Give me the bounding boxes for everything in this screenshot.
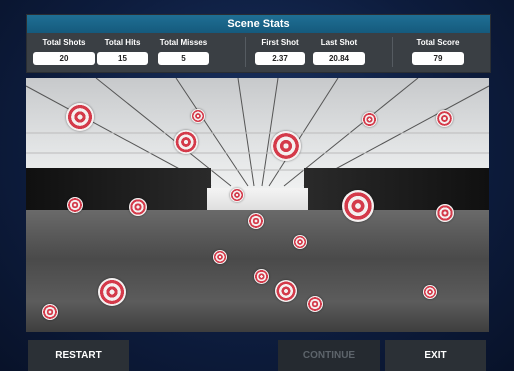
stat-total-misses: Total Misses 5 bbox=[158, 37, 209, 65]
target[interactable] bbox=[213, 250, 227, 264]
stat-value: 2.37 bbox=[255, 52, 305, 65]
restart-button[interactable]: RESTART bbox=[28, 340, 129, 371]
stat-label: Total Shots bbox=[42, 38, 86, 47]
target[interactable] bbox=[174, 130, 198, 154]
target[interactable] bbox=[66, 103, 94, 131]
stat-value: 20 bbox=[33, 52, 95, 65]
target[interactable] bbox=[98, 278, 126, 306]
target[interactable] bbox=[307, 296, 323, 312]
continue-button[interactable]: CONTINUE bbox=[278, 340, 380, 371]
stat-total-score: Total Score 79 bbox=[412, 37, 464, 65]
target[interactable] bbox=[67, 197, 83, 213]
target[interactable] bbox=[293, 235, 307, 249]
divider bbox=[245, 37, 246, 67]
target[interactable] bbox=[423, 285, 437, 299]
stat-total-hits: Total Hits 15 bbox=[97, 37, 148, 65]
target[interactable] bbox=[254, 269, 269, 284]
exit-button[interactable]: EXIT bbox=[385, 340, 486, 371]
target[interactable] bbox=[275, 280, 297, 302]
stat-label: Last Shot bbox=[320, 38, 358, 47]
stat-value: 20.84 bbox=[313, 52, 365, 65]
target[interactable] bbox=[436, 204, 454, 222]
stat-first-shot: First Shot 2.37 bbox=[255, 37, 305, 65]
target[interactable] bbox=[248, 213, 264, 229]
target[interactable] bbox=[362, 112, 377, 127]
target[interactable] bbox=[271, 131, 301, 161]
divider bbox=[392, 37, 393, 67]
stat-label: Total Misses bbox=[159, 38, 208, 47]
target[interactable] bbox=[191, 109, 205, 123]
target[interactable] bbox=[129, 198, 147, 216]
target[interactable] bbox=[42, 304, 58, 320]
stat-label: Total Score bbox=[416, 38, 460, 47]
scene-stats-panel: Scene Stats Total Shots 20 Total Hits 15… bbox=[26, 14, 491, 73]
stat-label: Total Hits bbox=[104, 38, 141, 47]
target[interactable] bbox=[230, 188, 244, 202]
target[interactable] bbox=[436, 110, 453, 127]
stat-total-shots: Total Shots 20 bbox=[33, 37, 95, 65]
panel-title: Scene Stats bbox=[27, 15, 490, 33]
stat-value: 79 bbox=[412, 52, 464, 65]
stat-label: First Shot bbox=[261, 38, 299, 47]
shooting-range-scene bbox=[26, 78, 489, 332]
stat-last-shot: Last Shot 20.84 bbox=[313, 37, 365, 65]
stat-value: 15 bbox=[97, 52, 148, 65]
stat-value: 5 bbox=[158, 52, 209, 65]
target[interactable] bbox=[342, 190, 374, 222]
